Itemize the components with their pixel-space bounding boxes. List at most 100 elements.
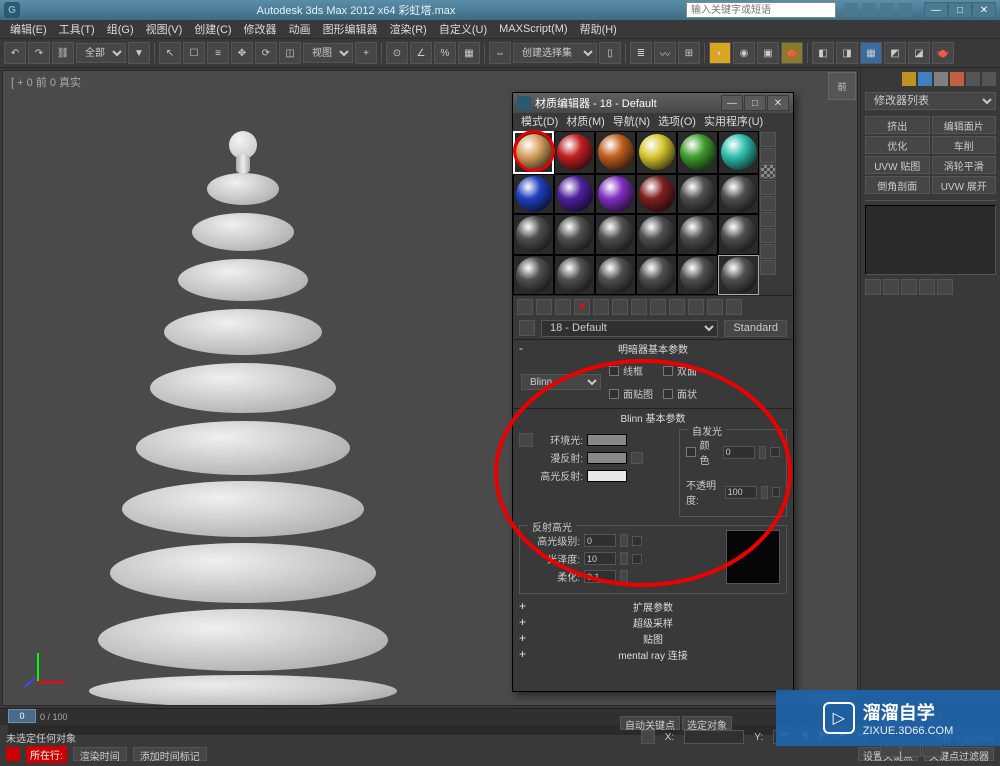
stack-show-icon[interactable] (883, 279, 899, 295)
put-to-lib-icon[interactable] (631, 299, 647, 315)
scale-button[interactable]: ◫ (279, 42, 301, 64)
preview-icon[interactable] (760, 212, 776, 227)
render-setup-button[interactable]: ◉ (733, 42, 755, 64)
menu-create[interactable]: 创建(C) (188, 21, 237, 37)
select-by-name-button[interactable]: ≡ (207, 42, 229, 64)
menu-customize[interactable]: 自定义(U) (433, 21, 493, 37)
material-slot-17[interactable] (677, 214, 718, 255)
assign-icon[interactable] (555, 299, 571, 315)
make-copy-icon[interactable] (593, 299, 609, 315)
menu-views[interactable]: 视图(V) (140, 21, 189, 37)
get-material-icon[interactable] (517, 299, 533, 315)
stack-pin-icon[interactable] (865, 279, 881, 295)
curve-editor-button[interactable]: 〰 (654, 42, 676, 64)
make-unique-icon[interactable] (612, 299, 628, 315)
self-illum-value[interactable] (723, 446, 755, 459)
modifier-lathe[interactable]: 车削 (932, 136, 997, 154)
script-error-icon[interactable] (6, 747, 20, 761)
material-slot-13[interactable] (513, 214, 554, 255)
show-map-icon[interactable] (669, 299, 685, 315)
script-listener-label[interactable]: 所在行: (26, 746, 67, 763)
extra2-button[interactable]: ◨ (836, 42, 858, 64)
material-slot-6[interactable] (718, 131, 759, 174)
extra1-button[interactable]: ◧ (812, 42, 834, 64)
view-dropdown[interactable]: 视图 (303, 43, 353, 63)
undo-button[interactable]: ↶ (4, 42, 26, 64)
menu-help[interactable]: 帮助(H) (574, 21, 623, 37)
create-tab-icon[interactable] (902, 72, 916, 86)
modifier-list-dropdown[interactable]: 修改器列表 (865, 92, 996, 110)
sample-uv-icon[interactable] (760, 180, 776, 195)
material-slot-20[interactable] (554, 255, 595, 296)
modifier-optimize[interactable]: 优化 (865, 136, 930, 154)
material-slot-8[interactable] (554, 174, 595, 215)
star-icon[interactable] (862, 3, 876, 17)
rollup-supersampling[interactable]: +超级采样 (513, 614, 793, 630)
material-slot-14[interactable] (554, 214, 595, 255)
menu-graph[interactable]: 图形编辑器 (317, 21, 384, 37)
stack-config-icon[interactable] (937, 279, 953, 295)
angle-snap-button[interactable]: ∠ (410, 42, 432, 64)
material-editor-button[interactable]: ◐ (709, 42, 731, 64)
material-slot-1[interactable] (513, 131, 554, 174)
material-slot-3[interactable] (595, 131, 636, 174)
backlight-icon[interactable] (760, 148, 776, 163)
render-button[interactable]: 🫖 (781, 42, 803, 64)
timeline-frame-indicator[interactable]: 0 (8, 709, 36, 723)
glossiness-input[interactable] (584, 552, 616, 565)
coord-button[interactable]: + (355, 42, 377, 64)
rollup-extended[interactable]: +扩展参数 (513, 598, 793, 614)
material-slot-12[interactable] (718, 174, 759, 215)
viewport-bg-button[interactable]: ▦ (860, 42, 882, 64)
opacity-value[interactable] (725, 486, 757, 499)
diffuse-lock-icon[interactable] (631, 452, 643, 464)
soften-input[interactable] (584, 570, 616, 583)
reset-icon[interactable]: ✕ (574, 299, 590, 315)
settings-icon[interactable] (880, 3, 894, 17)
snap-button[interactable]: ⊙ (386, 42, 408, 64)
material-slot-10[interactable] (636, 174, 677, 215)
modifier-uvw-unwrap[interactable]: UVW 展开 (932, 176, 997, 194)
soften-spinner[interactable] (620, 570, 628, 583)
extra4-button[interactable]: ◪ (908, 42, 930, 64)
faceted-checkbox[interactable] (663, 389, 673, 399)
material-editor-close[interactable]: ✕ (767, 95, 789, 111)
menu-modifiers[interactable]: 修改器 (238, 21, 283, 37)
link-button[interactable]: ⛓ (52, 42, 74, 64)
select-by-mat-icon[interactable] (760, 244, 776, 259)
percent-snap-button[interactable]: % (434, 42, 456, 64)
modifier-uvw-map[interactable]: UVW 贴图 (865, 156, 930, 174)
material-slot-2[interactable] (554, 131, 595, 174)
mat-id-icon[interactable] (650, 299, 666, 315)
mat-map-nav-icon[interactable] (760, 260, 776, 275)
self-illum-color-checkbox[interactable] (686, 447, 696, 457)
lock-icon[interactable] (641, 730, 655, 744)
view-cube[interactable]: 前 (828, 72, 856, 100)
rotate-button[interactable]: ⟳ (255, 42, 277, 64)
render-frame-button[interactable]: ▣ (757, 42, 779, 64)
menu-render[interactable]: 渲染(R) (384, 21, 433, 37)
glossiness-spinner[interactable] (620, 552, 628, 565)
spec-level-map[interactable] (632, 536, 642, 546)
opacity-map[interactable] (772, 487, 780, 497)
redo-button[interactable]: ↷ (28, 42, 50, 64)
material-slot-24[interactable] (718, 255, 759, 296)
modifier-bevel-profile[interactable]: 倒角剖面 (865, 176, 930, 194)
material-slot-15[interactable] (595, 214, 636, 255)
hierarchy-tab-icon[interactable] (934, 72, 948, 86)
selection-set-dropdown[interactable]: 创建选择集 (513, 43, 597, 63)
menu-maxscript[interactable]: MAXScript(M) (493, 23, 573, 35)
rollup-mentalray[interactable]: +mental ray 连接 (513, 646, 793, 662)
menu-edit[interactable]: 编辑(E) (4, 21, 53, 37)
add-time-tag-button[interactable]: 添加时间标记 (133, 747, 207, 761)
help-icon[interactable] (844, 3, 858, 17)
material-slot-4[interactable] (636, 131, 677, 174)
mat-menu-modes[interactable]: 模式(D) (517, 113, 562, 131)
material-slot-16[interactable] (636, 214, 677, 255)
pick-material-icon[interactable] (519, 320, 535, 336)
scope-dropdown[interactable]: 全部 (76, 43, 126, 63)
self-illum-map[interactable] (770, 447, 780, 457)
auto-key-button[interactable]: 自动关键点 (620, 716, 680, 730)
material-slot-18[interactable] (718, 214, 759, 255)
face-map-checkbox[interactable] (609, 389, 619, 399)
